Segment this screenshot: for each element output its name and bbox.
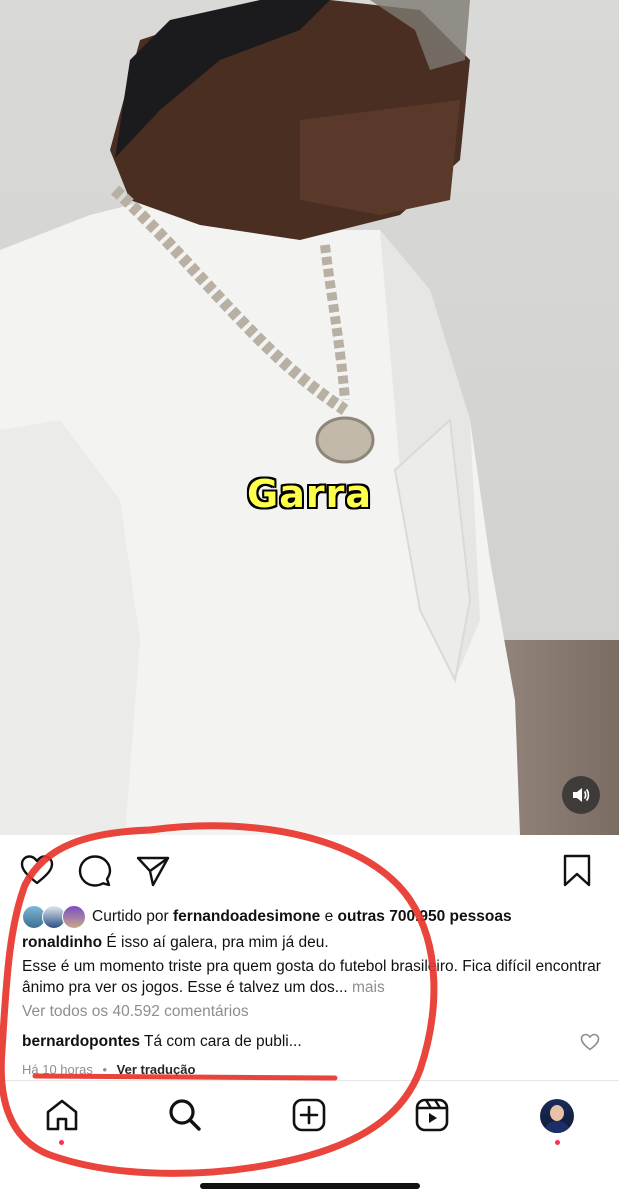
search-icon[interactable] (168, 1098, 202, 1132)
video-caption: Garra (247, 472, 372, 516)
bookmark-icon[interactable] (562, 854, 592, 888)
post-caption-body: Esse é um momento triste pra quem gosta … (22, 956, 607, 998)
likes-prefix: Curtido por (92, 908, 169, 925)
caption-text: Esse é um momento triste pra quem gosta … (22, 958, 601, 996)
video-frame-illustration (0, 0, 520, 835)
post-time: Há 10 horas (22, 1062, 93, 1077)
translate-link[interactable]: Ver tradução (117, 1062, 196, 1077)
liker-avatars (22, 905, 88, 929)
likes-connector: e (324, 908, 334, 925)
reels-icon[interactable] (415, 1098, 449, 1132)
avatar-suit (544, 1121, 570, 1133)
comment-username[interactable]: bernardopontes (22, 1033, 140, 1050)
speaker-icon (573, 788, 590, 802)
heart-icon[interactable] (20, 854, 54, 886)
likes-others-count[interactable]: outras 700.950 pessoas (338, 908, 512, 925)
meta-separator: • (102, 1062, 108, 1077)
liker-avatar (62, 905, 86, 929)
comment-text: Tá com cara de publi... (144, 1033, 302, 1050)
liker-username[interactable]: fernandoadesimone (173, 908, 320, 925)
post-video[interactable]: Garra (0, 0, 619, 835)
likes-text: Curtido por fernandoadesimone e outras 7… (92, 908, 512, 926)
caption-first-line: É isso aí galera, pra mim já deu. (106, 934, 329, 951)
home-notification-dot (59, 1140, 64, 1145)
create-icon[interactable] (292, 1098, 326, 1132)
comment-like-icon[interactable] (580, 1033, 600, 1051)
mute-toggle-button[interactable] (562, 776, 600, 814)
profile-notification-dot (555, 1140, 560, 1145)
top-comment: bernardopontes Tá com cara de publi... (22, 1033, 302, 1051)
more-button[interactable]: mais (352, 979, 385, 996)
profile-avatar[interactable] (540, 1099, 574, 1133)
home-indicator (200, 1183, 420, 1189)
post-username[interactable]: ronaldinho (22, 934, 102, 951)
share-icon[interactable] (136, 855, 170, 887)
view-all-comments-link[interactable]: Ver todos os 40.592 comentários (22, 1003, 249, 1021)
avatar-face (550, 1105, 564, 1121)
home-icon[interactable] (45, 1099, 79, 1131)
comment-icon[interactable] (78, 854, 112, 888)
post-caption-header: ronaldinho É isso aí galera, pra mim já … (22, 932, 602, 953)
post-actions-bar (0, 848, 619, 892)
post-meta-row: Há 10 horas • Ver tradução (22, 1062, 195, 1077)
likes-summary[interactable]: Curtido por fernandoadesimone e outras 7… (22, 905, 612, 929)
